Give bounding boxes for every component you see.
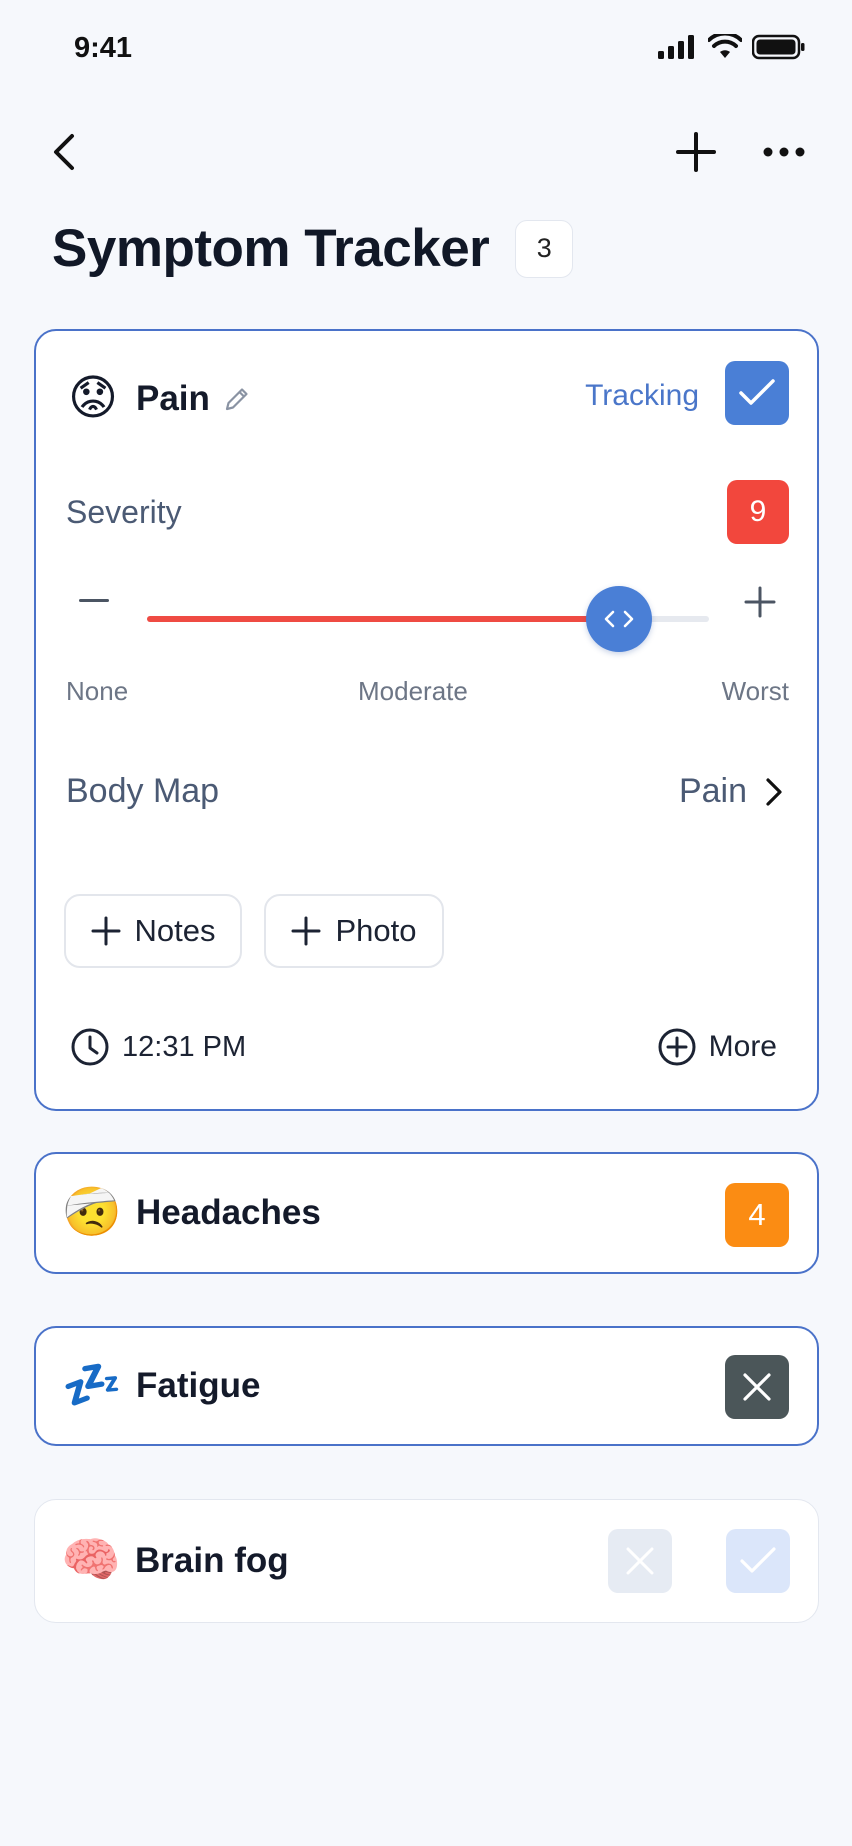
status-time: 9:41 (74, 32, 133, 64)
slider-thumb[interactable] (586, 586, 653, 652)
severity-value-badge: 4 (725, 1183, 789, 1247)
add-photo-label: Photo (335, 913, 417, 948)
add-notes-label: Notes (134, 913, 216, 948)
tracking-checkbox[interactable] (725, 361, 789, 425)
slider-fill (147, 616, 620, 622)
ellipsis-icon (763, 147, 805, 157)
increase-severity-button[interactable] (743, 585, 777, 619)
status-bar: 9:41 (0, 0, 852, 100)
sleep-emoji: 💤 (62, 1359, 122, 1412)
symptom-card-headaches[interactable]: 🤕 Headaches 4 (34, 1152, 819, 1274)
plus-icon (676, 132, 716, 172)
symptom-count-badge: 3 (515, 219, 574, 278)
plus-circle-icon (658, 1028, 696, 1066)
symptom-card-fatigue[interactable]: 💤 Fatigue (34, 1326, 819, 1446)
dismiss-button[interactable] (608, 1529, 672, 1593)
back-button[interactable] (34, 120, 94, 184)
plus-icon (291, 916, 321, 946)
logged-time: 12:31 PM (122, 1030, 247, 1063)
close-icon (743, 1373, 771, 1401)
nav-bar (0, 120, 852, 184)
page-title: Symptom Tracker (52, 219, 490, 278)
battery-icon (752, 34, 805, 60)
scale-max-label: Worst (721, 676, 789, 706)
headache-emoji: 🤕 (62, 1186, 122, 1239)
status-icons (658, 34, 806, 60)
scale-min-label: None (66, 676, 129, 706)
close-icon (626, 1547, 654, 1575)
drag-arrows-icon (604, 610, 634, 628)
wifi-icon (708, 34, 742, 58)
add-notes-button[interactable]: Notes (64, 894, 242, 968)
checkmark-icon (739, 379, 775, 405)
severity-value-badge: 9 (727, 480, 789, 544)
minus-icon (79, 599, 109, 602)
tracking-label: Tracking (585, 379, 699, 412)
body-map-selector[interactable]: Pain (679, 772, 783, 811)
edit-name-button[interactable] (222, 384, 252, 414)
chevron-right-icon (766, 777, 782, 806)
track-button[interactable] (726, 1529, 790, 1593)
chevron-left-icon (54, 134, 74, 170)
checkmark-icon (740, 1547, 776, 1573)
pencil-icon (225, 388, 248, 411)
add-photo-button[interactable]: Photo (264, 894, 444, 968)
more-options-button[interactable] (754, 120, 814, 184)
time-row[interactable]: 12:31 PM (70, 1027, 246, 1067)
symptom-name: Pain (136, 379, 210, 418)
symptom-name: Fatigue (136, 1366, 261, 1405)
symptom-card-brain-fog[interactable]: 🧠 Brain fog (34, 1499, 819, 1623)
card-header: 😟 Pain (64, 371, 252, 427)
clock-icon (71, 1028, 109, 1066)
severity-label: Severity (66, 494, 182, 530)
symptom-row: 🧠 Brain fog (61, 1500, 289, 1622)
signal-icon (658, 35, 694, 59)
body-map-value: Pain (678, 772, 747, 810)
scale-mid-label: Moderate (358, 676, 468, 706)
plus-icon (91, 916, 120, 946)
symptom-card-pain: 😟 Pain Tracking Severity 9 None Moderate… (34, 329, 819, 1111)
pain-emoji: 😟 (67, 372, 119, 425)
body-map-label: Body Map (66, 772, 220, 810)
more-label: More (708, 1030, 777, 1063)
symptom-row: 🤕 Headaches (62, 1154, 321, 1272)
symptom-row: 💤 Fatigue (62, 1328, 260, 1444)
symptom-name: Brain fog (135, 1541, 289, 1580)
add-button[interactable] (666, 120, 726, 184)
plus-icon (744, 586, 776, 618)
title-row: Symptom Tracker 3 (52, 218, 574, 279)
more-button[interactable]: More (657, 1027, 777, 1067)
symptom-name: Headaches (136, 1193, 321, 1232)
decrease-severity-button[interactable] (78, 585, 110, 617)
brain-emoji: 🧠 (61, 1534, 121, 1587)
dismiss-button[interactable] (725, 1355, 789, 1419)
severity-slider[interactable] (147, 586, 709, 652)
